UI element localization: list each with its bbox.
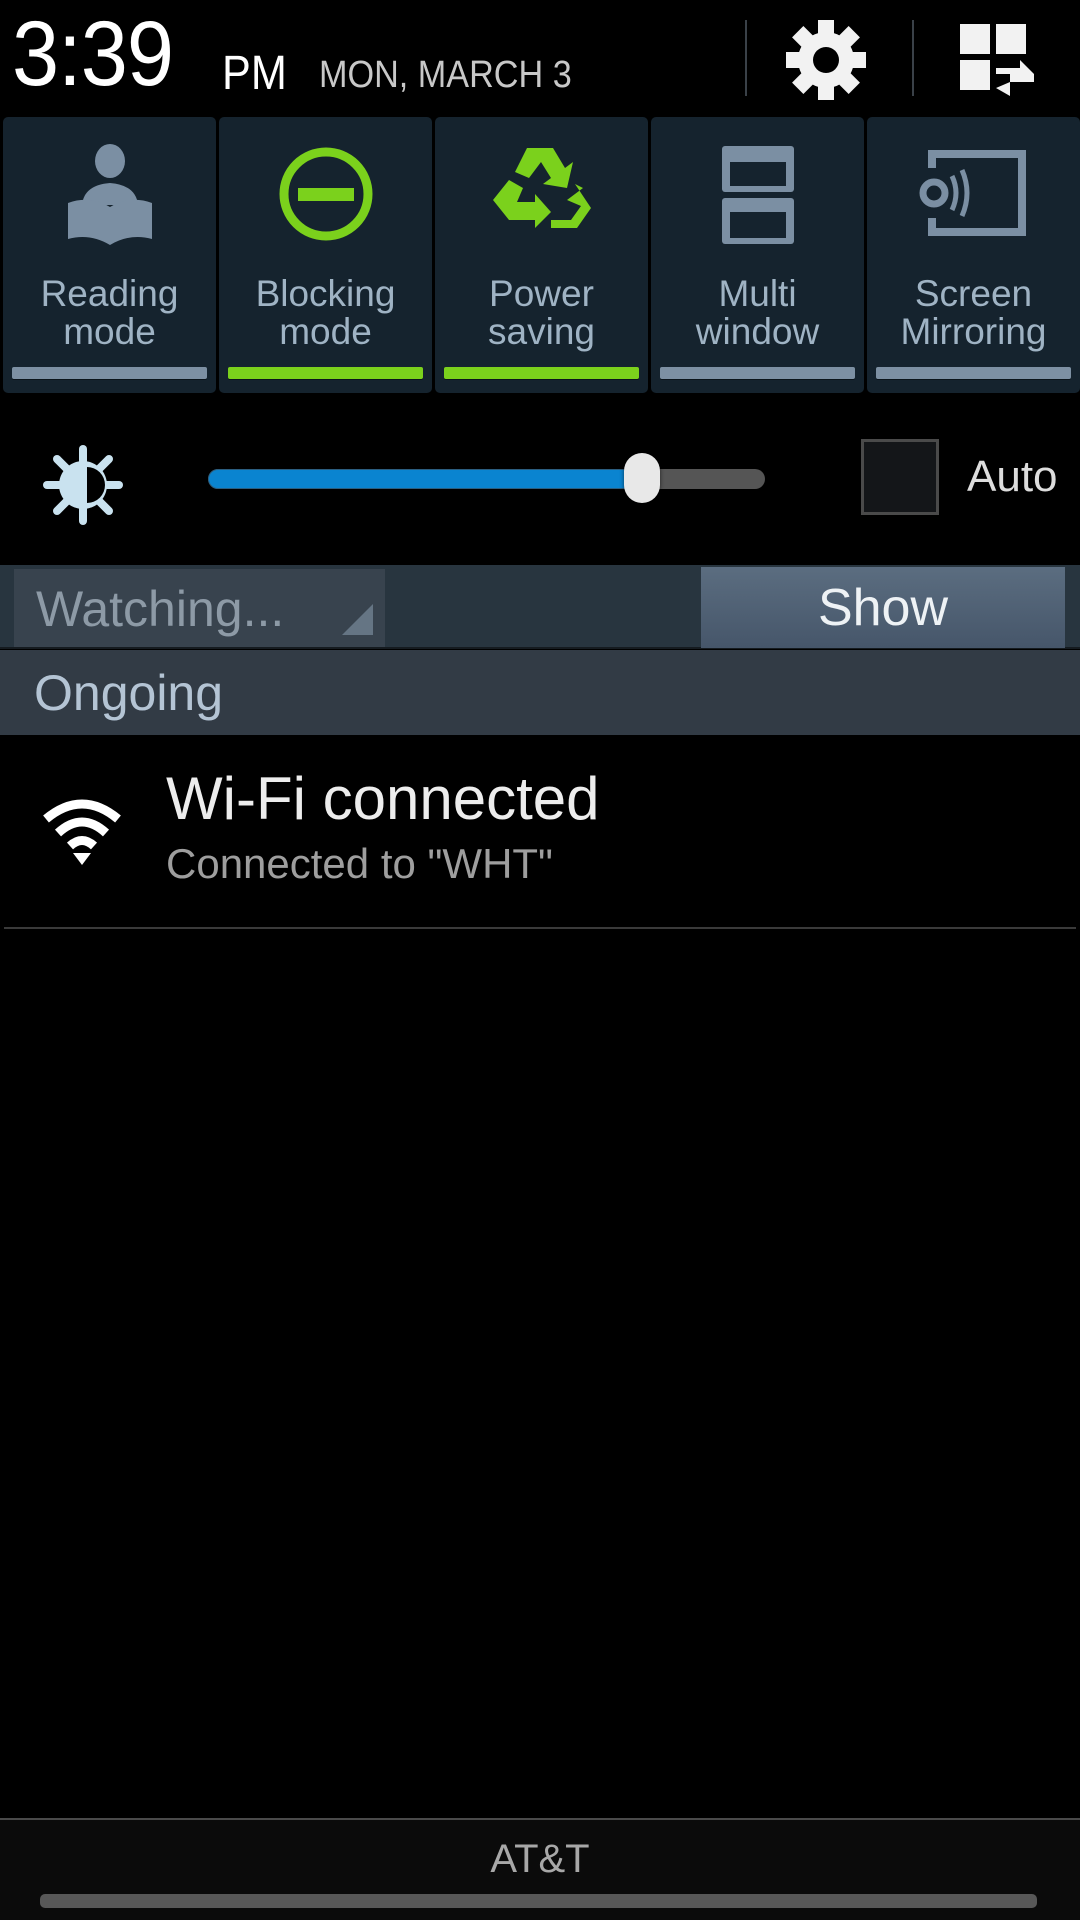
brightness-slider-fill: [208, 469, 643, 489]
panel-drag-handle[interactable]: [40, 1894, 1037, 1908]
wifi-icon: [43, 799, 121, 865]
reading-person-icon: [67, 144, 152, 245]
status-header: 3:39 PM MON, MARCH 3: [0, 0, 1080, 112]
toggle-reading-mode[interactable]: Reading mode: [3, 117, 216, 393]
toggle-label: Reading mode: [40, 273, 179, 352]
screen-mirroring-icon: [919, 150, 1026, 236]
toggle-multi-window[interactable]: Multi window: [651, 117, 864, 393]
auto-brightness-label: Auto: [967, 452, 1058, 501]
edit-quick-panel-icon: [960, 24, 1034, 96]
notification-subtitle: Connected to "WHT": [166, 840, 553, 887]
toggle-status-bar: [228, 367, 423, 379]
divider: [745, 20, 747, 96]
brightness-row: Auto: [0, 430, 1080, 530]
toggle-status-bar: [12, 367, 207, 379]
notification-title: Wi-Fi connected: [166, 765, 600, 832]
show-button-label: Show: [817, 578, 949, 637]
toggle-blocking-mode[interactable]: Blocking mode: [219, 117, 432, 393]
clock-ampm: PM: [222, 47, 287, 100]
brightness-icon: [43, 445, 123, 525]
settings-button[interactable]: [782, 16, 870, 104]
toggle-label: Power saving: [488, 273, 595, 352]
edit-quick-panel-button[interactable]: [950, 16, 1046, 104]
watchon-bar: Watching... Show: [0, 565, 1080, 649]
dropdown-arrow-icon: [342, 604, 373, 635]
gear-icon: [786, 20, 866, 100]
carrier-footer: AT&T: [0, 1818, 1080, 1920]
divider: [4, 927, 1076, 929]
brightness-slider[interactable]: [208, 453, 765, 503]
ongoing-section-header: Ongoing: [0, 650, 1080, 735]
watching-dropdown-value: Watching...: [36, 581, 285, 637]
quick-toggles: Reading mode Blocking mode Power saving: [3, 117, 1080, 393]
multi-window-icon: [721, 146, 794, 244]
show-button[interactable]: Show: [701, 567, 1065, 648]
toggle-status-bar: [444, 367, 639, 379]
watching-dropdown[interactable]: Watching...: [14, 569, 385, 647]
notification-wifi[interactable]: Wi-Fi connected Connected to "WHT": [0, 735, 1080, 929]
toggle-label: Screen Mirroring: [900, 273, 1047, 352]
auto-brightness-checkbox[interactable]: [861, 439, 939, 515]
divider: [912, 20, 914, 96]
brightness-slider-thumb[interactable]: [624, 453, 661, 503]
toggle-screen-mirroring[interactable]: Screen Mirroring: [867, 117, 1080, 393]
toggle-power-saving[interactable]: Power saving: [435, 117, 648, 393]
toggle-label: Multi window: [695, 273, 820, 352]
recycle-icon: [492, 148, 591, 228]
toggle-label: Blocking mode: [255, 273, 396, 352]
carrier-label: AT&T: [490, 1837, 590, 1881]
toggle-status-bar: [876, 367, 1071, 379]
clock-time: 3:39: [12, 3, 174, 105]
date-label: MON, MARCH 3: [319, 54, 572, 96]
ongoing-title: Ongoing: [34, 665, 224, 721]
minus-circle-icon: [279, 147, 372, 241]
toggle-status-bar: [660, 367, 855, 379]
